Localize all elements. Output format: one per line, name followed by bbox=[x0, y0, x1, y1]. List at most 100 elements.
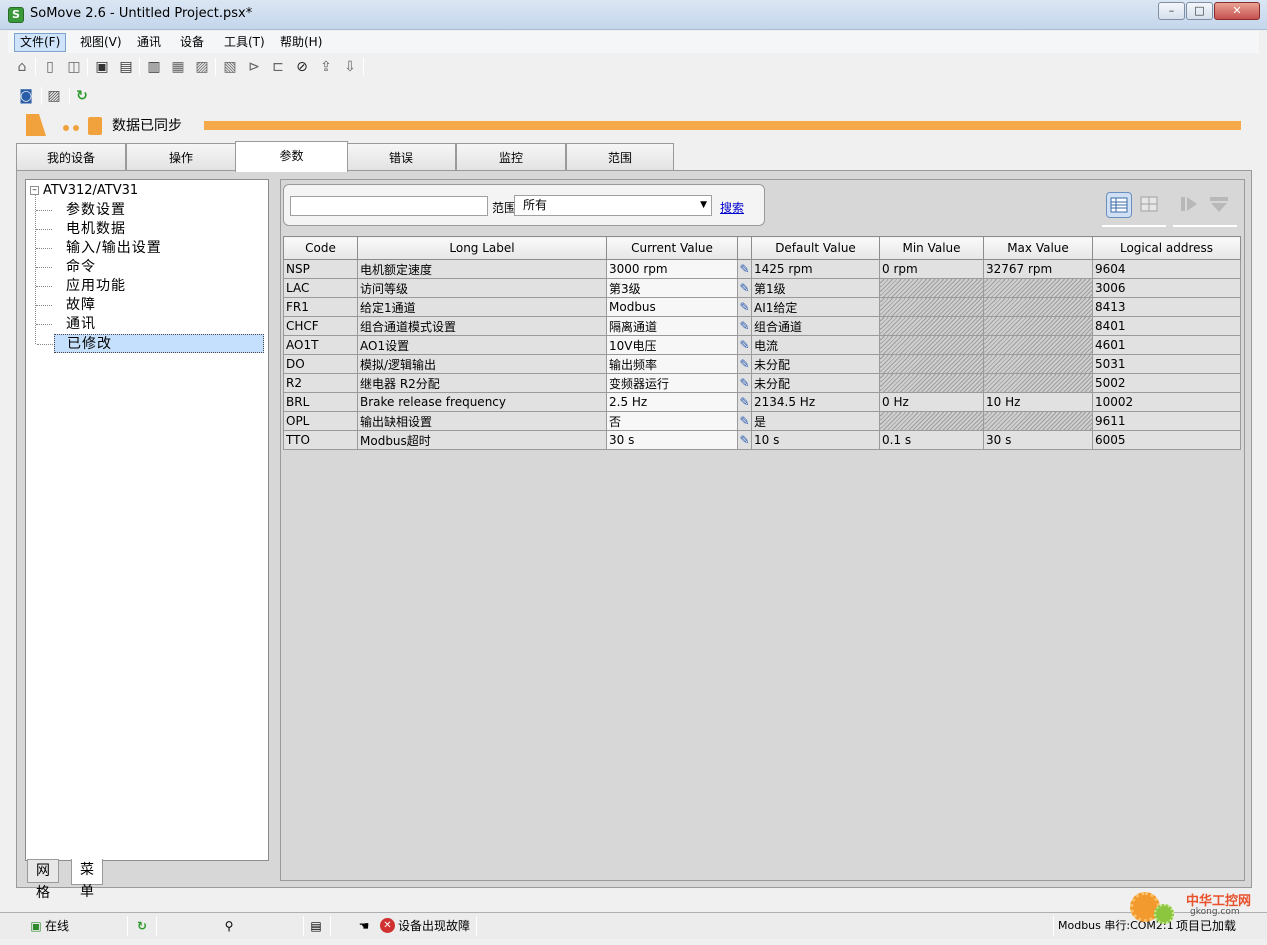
table-view-icon[interactable] bbox=[1106, 192, 1132, 218]
tree-item-motor-data[interactable]: 电机数据 bbox=[36, 220, 138, 239]
column-header-code[interactable]: Code bbox=[283, 236, 358, 260]
cell-current-value[interactable]: 变频器运行 bbox=[606, 373, 738, 393]
status-separator bbox=[127, 916, 128, 936]
collapse-icon[interactable]: – bbox=[30, 186, 39, 195]
table-row[interactable]: R2 继电器 R2分配 变频器运行 ✎ 未分配 5002 bbox=[283, 373, 1241, 393]
pencil-icon[interactable]: ✎ bbox=[737, 335, 752, 355]
tab-parameters[interactable]: 参数 bbox=[235, 141, 348, 172]
home-icon[interactable]: ⌂ bbox=[12, 57, 32, 77]
column-header-current-value[interactable]: Current Value bbox=[606, 236, 738, 260]
tree-item-application-functions[interactable]: 应用功能 bbox=[36, 277, 138, 296]
table-row[interactable]: TTO Modbus超时 30 s ✎ 10 s 0.1 s 30 s 6005 bbox=[283, 430, 1241, 450]
parameter-content: 范围: 所有 ▼ 搜索 Code Long Label Current Valu… bbox=[280, 179, 1245, 881]
sync-refresh-icon[interactable]: ↻ bbox=[134, 918, 150, 934]
menu-help[interactable]: 帮助(H) bbox=[274, 33, 328, 52]
cell-current-value[interactable]: 3000 rpm bbox=[606, 259, 738, 279]
cell-current-value[interactable]: 第3级 bbox=[606, 278, 738, 298]
table-row[interactable]: LAC 访问等级 第3级 ✎ 第1级 3006 bbox=[283, 278, 1241, 298]
scope-select[interactable]: 所有 ▼ bbox=[514, 195, 712, 216]
cell-current-value[interactable]: 隔离通道 bbox=[606, 316, 738, 336]
tree-item-modified[interactable]: 已修改 bbox=[37, 334, 264, 353]
table-row[interactable]: FR1 给定1通道 Modbus ✎ AI1给定 8413 bbox=[283, 297, 1241, 317]
settings-panel-icon[interactable]: ◙ bbox=[16, 86, 36, 106]
pencil-icon[interactable]: ✎ bbox=[737, 354, 752, 374]
tree-item-faults[interactable]: 故障 bbox=[36, 296, 108, 315]
tab-my-device[interactable]: 我的设备 bbox=[16, 143, 126, 171]
cell-current-value[interactable]: 否 bbox=[606, 411, 738, 431]
card-view-icon[interactable] bbox=[1137, 192, 1163, 218]
upload-icon[interactable]: ⇪ bbox=[316, 57, 336, 77]
table-row[interactable]: OPL 输出缺相设置否 ✎ 是 9611 bbox=[283, 411, 1241, 431]
pencil-icon[interactable]: ✎ bbox=[737, 297, 752, 317]
cell-code: LAC bbox=[283, 278, 358, 298]
tab-grid[interactable]: 网格 bbox=[27, 859, 59, 901]
collapse-all-icon[interactable] bbox=[1207, 192, 1233, 218]
table-row[interactable]: BRL Brake release frequency 2.5 Hz ✎ 2134.5 … bbox=[283, 392, 1241, 412]
cell-long-label: Modbus超时 bbox=[357, 430, 607, 450]
cell-current-value[interactable]: 2.5 Hz bbox=[606, 392, 738, 412]
save-as-icon[interactable]: ▤ bbox=[116, 57, 136, 77]
column-header-long-label[interactable]: Long Label bbox=[357, 236, 607, 260]
disconnect-icon[interactable]: ⊘ bbox=[292, 57, 312, 77]
cell-current-value[interactable]: 30 s bbox=[606, 430, 738, 450]
open-folder-icon[interactable]: ◫ bbox=[64, 57, 84, 77]
menu-view[interactable]: 视图(V) bbox=[74, 33, 128, 52]
tree-item-io-settings[interactable]: 输入/输出设置 bbox=[36, 239, 174, 258]
table-row[interactable]: CHCF 组合通道模式设置 隔离通道 ✎ 组合通道 8401 bbox=[283, 316, 1241, 336]
tree-item-command[interactable]: 命令 bbox=[36, 258, 108, 277]
maximize-button[interactable]: □ bbox=[1186, 2, 1213, 20]
column-header-min-value[interactable]: Min Value bbox=[879, 236, 984, 260]
pencil-icon[interactable]: ✎ bbox=[737, 392, 752, 412]
save-icon[interactable]: ▣ bbox=[92, 57, 112, 77]
table-row[interactable]: AO1T AO1设置 10V电压 ✎ 电流 4601 bbox=[283, 335, 1241, 355]
cell-current-value[interactable]: 10V电压 bbox=[606, 335, 738, 355]
sync-dot-icon bbox=[73, 125, 79, 131]
tab-errors[interactable]: 错误 bbox=[346, 143, 456, 171]
print-preview-icon[interactable]: ▥ bbox=[144, 57, 164, 77]
toolbar-separator bbox=[35, 58, 36, 76]
sync-dot-icon bbox=[63, 125, 69, 131]
cell-current-value[interactable]: 输出频率 bbox=[606, 354, 738, 374]
pencil-icon[interactable]: ✎ bbox=[737, 259, 752, 279]
pencil-icon[interactable]: ✎ bbox=[737, 373, 752, 393]
minimize-button[interactable]: – bbox=[1158, 2, 1185, 20]
keypad-icon[interactable]: ▤ bbox=[308, 918, 324, 934]
column-header-default-value[interactable]: Default Value bbox=[751, 236, 880, 260]
cell-current-value[interactable]: Modbus bbox=[606, 297, 738, 317]
tab-monitor[interactable]: 监控 bbox=[456, 143, 566, 171]
refresh-icon[interactable]: ↻ bbox=[72, 86, 92, 106]
table-row[interactable]: NSP 电机额定速度 3000 rpm ✎ 1425 rpm 0 rpm 32767 rpm… bbox=[283, 259, 1241, 279]
column-header-max-value[interactable]: Max Value bbox=[983, 236, 1093, 260]
download-icon[interactable]: ⇩ bbox=[340, 57, 360, 77]
pencil-icon[interactable]: ✎ bbox=[737, 411, 752, 431]
column-header-logical-address[interactable]: Logical address bbox=[1092, 236, 1241, 260]
tab-scope[interactable]: 范围 bbox=[566, 143, 674, 171]
pencil-icon[interactable]: ✎ bbox=[737, 278, 752, 298]
tree-item-parameter-settings[interactable]: 参数设置 bbox=[36, 201, 138, 220]
tree-root[interactable]: – ATV312/ATV31 bbox=[30, 182, 138, 200]
new-file-icon[interactable]: ▯ bbox=[40, 57, 60, 77]
search-link[interactable]: 搜索 bbox=[720, 199, 744, 216]
cell-logical-address: 6005 bbox=[1092, 430, 1241, 450]
app-icon: S bbox=[8, 7, 24, 23]
pencil-icon[interactable]: ✎ bbox=[737, 430, 752, 450]
menu-communication[interactable]: 通讯 bbox=[131, 33, 167, 52]
menu-file[interactable]: 文件(F) bbox=[14, 33, 67, 52]
device-icon[interactable]: ▧ bbox=[220, 57, 240, 77]
tree-item-communication[interactable]: 通讯 bbox=[36, 315, 108, 334]
close-button[interactable]: ✕ bbox=[1214, 2, 1260, 20]
connect-icon[interactable]: ⊳ bbox=[244, 57, 264, 77]
menu-device[interactable]: 设备 bbox=[174, 33, 210, 52]
table-row[interactable]: DO 模拟/逻辑输出 输出频率 ✎ 未分配 5031 bbox=[283, 354, 1241, 374]
tab-operation[interactable]: 操作 bbox=[126, 143, 236, 171]
document-icon[interactable]: ▦ bbox=[168, 57, 188, 77]
plug-icon[interactable]: ⊏ bbox=[268, 57, 288, 77]
tab-menu[interactable]: 菜单 bbox=[71, 859, 103, 900]
cell-long-label: 访问等级 bbox=[357, 278, 607, 298]
expand-icon[interactable] bbox=[1177, 192, 1203, 218]
print-icon[interactable]: ▨ bbox=[192, 57, 212, 77]
search-input[interactable] bbox=[290, 196, 488, 216]
pencil-icon[interactable]: ✎ bbox=[737, 316, 752, 336]
menu-tools[interactable]: 工具(T) bbox=[218, 33, 271, 52]
printer-icon[interactable]: ▨ bbox=[44, 86, 64, 106]
